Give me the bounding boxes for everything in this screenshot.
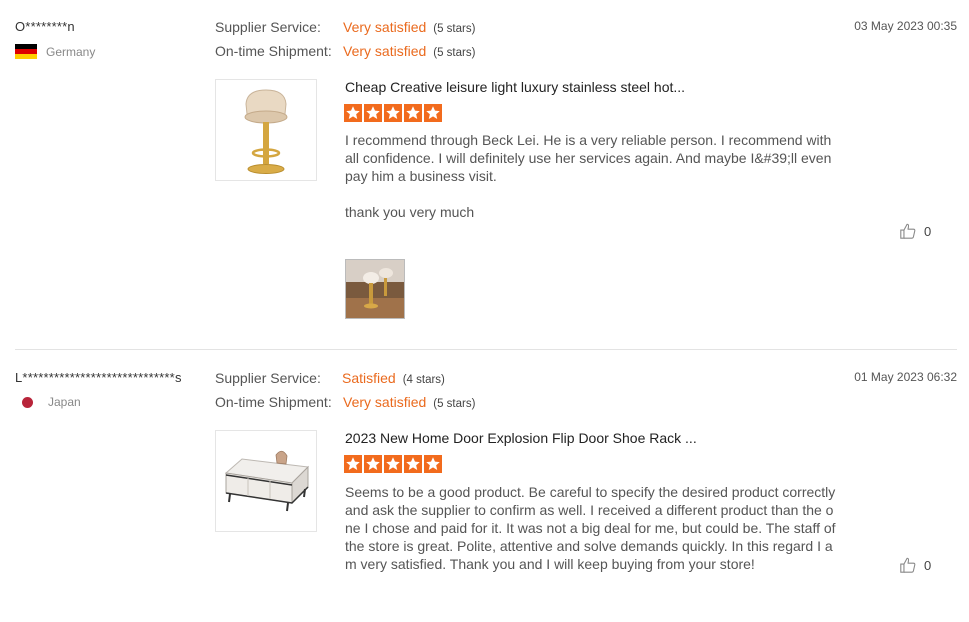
reviewer-name: O********n [15, 19, 75, 34]
supplier-service-rating: Satisfied (4 stars) [342, 370, 445, 386]
supplier-service-rating: Very satisfied (5 stars) [343, 19, 475, 35]
review-date: 01 May 2023 06:32 [854, 370, 957, 384]
reviewer-country: Germany [15, 44, 95, 59]
review-card: O********n Germany Supplier Service: Ver… [0, 0, 969, 349]
review-date: 03 May 2023 00:35 [854, 19, 957, 33]
supplier-service-stars: (4 stars) [402, 374, 445, 386]
like-count: 0 [924, 223, 932, 239]
shipment-rating: Very satisfied (5 stars) [343, 43, 475, 59]
product-title[interactable]: Cheap Creative leisure light luxury stai… [345, 79, 685, 95]
like-button[interactable]: 0 [899, 556, 931, 574]
germany-flag-icon [15, 44, 37, 59]
japan-flag-icon [22, 396, 33, 408]
review-text: I recommend through Beck Lei. He is a ve… [345, 132, 832, 184]
supplier-service-stars: (5 stars) [433, 23, 476, 35]
bar-stool-image[interactable] [215, 79, 317, 181]
shipment-label: On-time Shipment: [215, 394, 332, 410]
shipment-stars: (5 stars) [433, 398, 476, 410]
supplier-service-value: Very satisfied [343, 19, 427, 35]
product-title[interactable]: 2023 New Home Door Explosion Flip Door S… [345, 430, 697, 446]
star-icon [364, 455, 382, 473]
country-name: Germany [46, 44, 96, 59]
star-icon [404, 104, 422, 122]
star-icon [344, 455, 362, 473]
shoe-cabinet-image[interactable] [215, 430, 317, 532]
shipment-value: Very satisfied [343, 394, 427, 410]
shipment-value: Very satisfied [343, 43, 427, 59]
customer-photo[interactable] [345, 259, 405, 319]
supplier-service-value: Satisfied [342, 370, 396, 386]
star-icon [344, 104, 362, 122]
star-icon [404, 455, 422, 473]
supplier-service-label: Supplier Service: [215, 19, 321, 35]
shipment-stars: (5 stars) [433, 47, 476, 59]
like-button[interactable]: 0 [899, 222, 931, 240]
review-card: L*****************************s Japan Su… [0, 349, 969, 622]
star-icon [364, 104, 382, 122]
country-name: Japan [48, 395, 81, 409]
product-rating-stars [344, 104, 442, 122]
star-icon [384, 104, 402, 122]
star-icon [424, 104, 442, 122]
review-text-extra: thank you very much [345, 204, 475, 220]
shipment-label: On-time Shipment: [215, 43, 332, 59]
supplier-service-label: Supplier Service: [215, 370, 321, 386]
star-icon [424, 455, 442, 473]
review-text: Seems to be a good product. Be careful t… [345, 484, 836, 572]
like-count: 0 [924, 557, 932, 573]
reviewer-country: Japan [15, 395, 81, 409]
shipment-rating: Very satisfied (5 stars) [343, 394, 475, 410]
thumbs-up-icon [899, 222, 917, 240]
star-icon [384, 455, 402, 473]
reviewer-name: L*****************************s [15, 370, 182, 385]
thumbs-up-icon [899, 556, 917, 574]
product-rating-stars [344, 455, 442, 473]
